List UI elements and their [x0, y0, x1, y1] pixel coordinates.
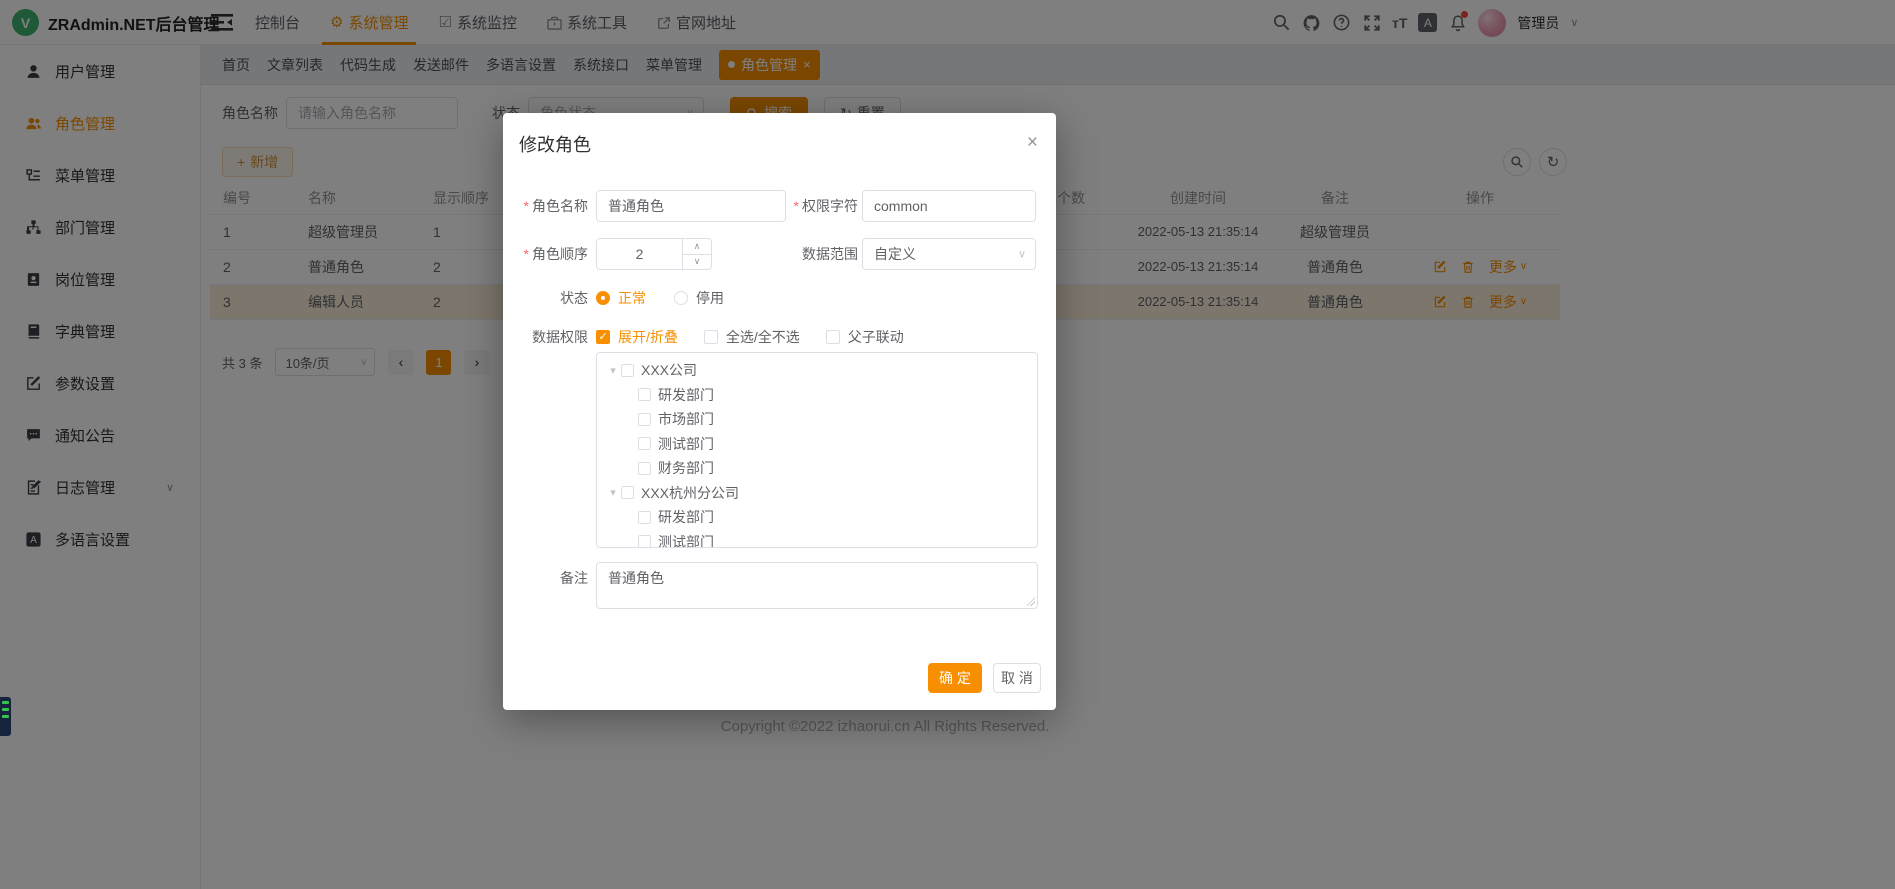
stepper-up-button[interactable]: ∧ — [683, 239, 711, 255]
tree-node-root[interactable]: ▾ XXX公司 — [597, 358, 1037, 383]
radio-normal[interactable]: 正常 — [596, 288, 646, 308]
caret-down-icon[interactable]: ▾ — [605, 486, 621, 499]
role-order-value: 2 — [597, 239, 682, 269]
checkbox-icon[interactable] — [638, 437, 651, 450]
remark-textarea[interactable]: 普通角色 — [596, 562, 1038, 609]
corner-monitor-widget[interactable] — [0, 697, 11, 736]
checkbox-icon — [704, 330, 718, 344]
checkbox-icon[interactable] — [638, 462, 651, 475]
checkbox-icon[interactable] — [638, 413, 651, 426]
cancel-button[interactable]: 取 消 — [993, 663, 1041, 693]
data-perm-options: 展开/折叠 全选/全不选 父子联动 — [596, 321, 904, 353]
checkbox-parent-child-link[interactable]: 父子联动 — [826, 327, 904, 347]
tree-node[interactable]: 市场部门 — [597, 407, 1037, 432]
chevron-down-icon: ∨ — [1018, 248, 1026, 261]
status-radio-group: 正常 停用 — [596, 282, 724, 314]
checkbox-icon[interactable] — [621, 364, 634, 377]
stepper-down-button[interactable]: ∨ — [683, 255, 711, 270]
tree-node[interactable]: 财务部门 — [597, 456, 1037, 481]
tree-node[interactable]: 研发部门 — [597, 505, 1037, 530]
tree-node[interactable]: 测试部门 — [597, 432, 1037, 457]
resize-handle[interactable] — [1026, 597, 1035, 606]
radio-unselected-icon — [674, 291, 688, 305]
tree-node[interactable]: 研发部门 — [597, 383, 1037, 408]
dialog-title: 修改角色 — [519, 131, 591, 157]
confirm-button[interactable]: 确 定 — [928, 663, 982, 693]
perm-char-field[interactable] — [862, 190, 1036, 222]
data-scope-field-label: 数据范围 — [743, 238, 858, 270]
data-scope-select[interactable]: 自定义 ∨ — [862, 238, 1036, 270]
remark-field-label: 备注 — [503, 562, 588, 594]
status-field-label: 状态 — [503, 282, 588, 314]
edit-role-dialog: 修改角色 × *角色名称 *权限字符 *角色顺序 2 ∧ ∨ 数据范围 自定义 … — [503, 113, 1056, 710]
checkbox-icon — [826, 330, 840, 344]
data-perm-field-label: 数据权限 — [503, 321, 588, 353]
tree-node-root[interactable]: ▾ XXX杭州分公司 — [597, 481, 1037, 506]
role-order-field-label: *角色顺序 — [503, 238, 588, 270]
checkbox-checked-icon — [596, 330, 610, 344]
perm-char-field-label: *权限字符 — [743, 190, 858, 222]
close-icon[interactable]: × — [1027, 133, 1038, 152]
checkbox-icon[interactable] — [638, 511, 651, 524]
checkbox-select-all[interactable]: 全选/全不选 — [704, 327, 800, 347]
radio-disabled[interactable]: 停用 — [674, 288, 724, 308]
role-name-field-label: *角色名称 — [503, 190, 588, 222]
department-tree: ▾ XXX公司 研发部门 市场部门 测试部门 财务部门 ▾ XXX杭州分公司 研… — [596, 352, 1038, 548]
caret-down-icon[interactable]: ▾ — [605, 364, 621, 377]
checkbox-icon[interactable] — [621, 486, 634, 499]
checkbox-icon[interactable] — [638, 388, 651, 401]
checkbox-expand-collapse[interactable]: 展开/折叠 — [596, 327, 678, 347]
checkbox-icon[interactable] — [638, 535, 651, 548]
radio-selected-icon — [596, 291, 610, 305]
tree-node[interactable]: 测试部门 — [597, 530, 1037, 549]
role-order-stepper[interactable]: 2 ∧ ∨ — [596, 238, 712, 270]
